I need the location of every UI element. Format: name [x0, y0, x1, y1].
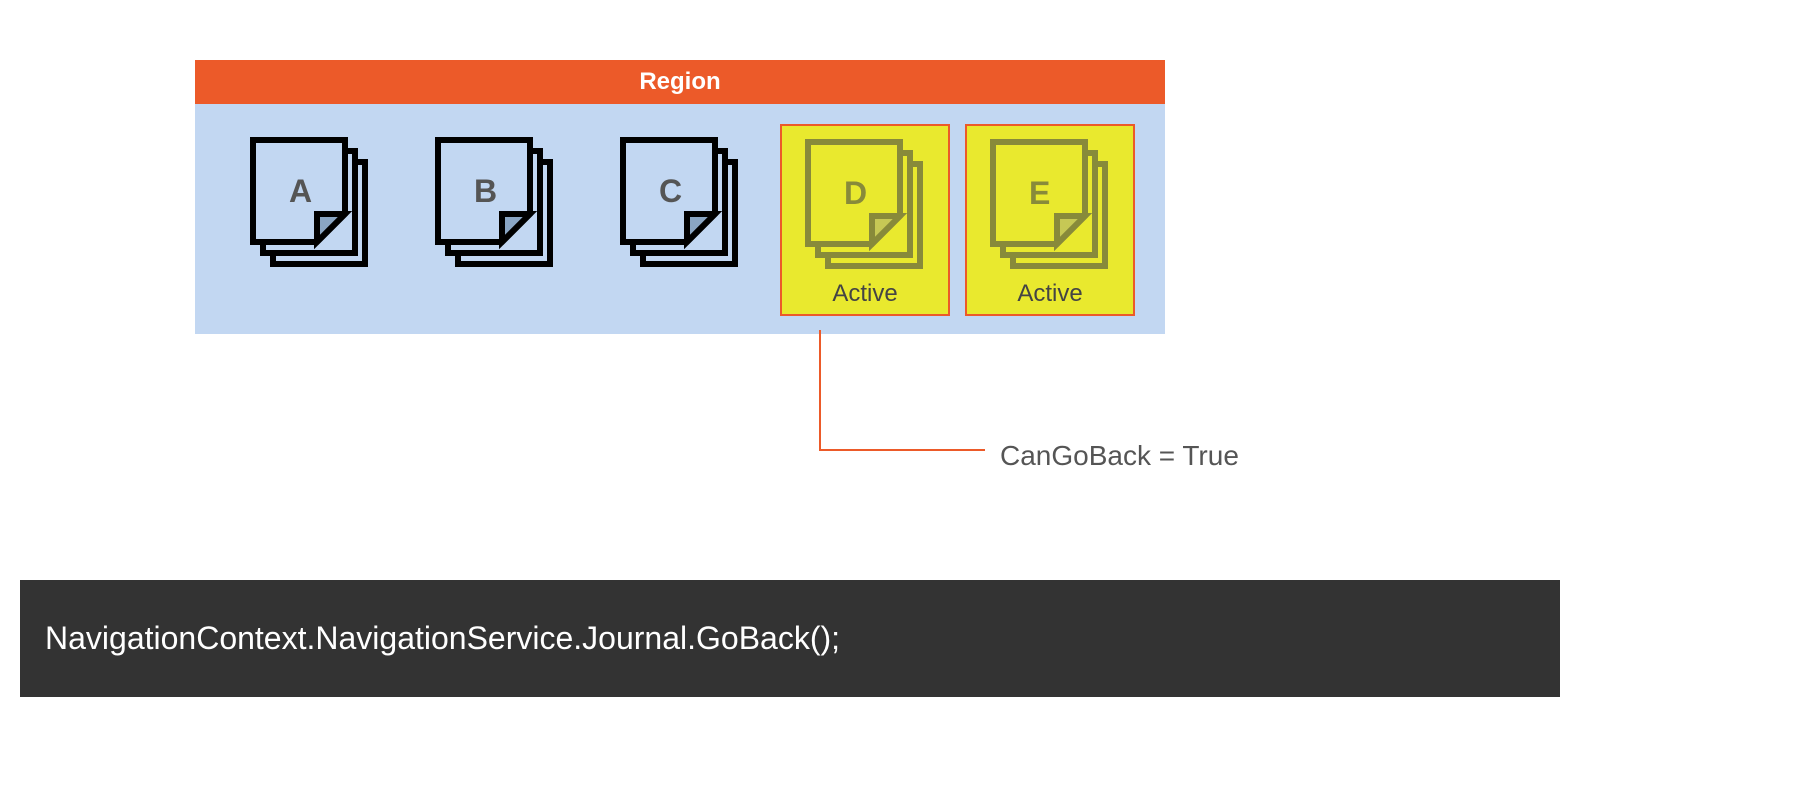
code-block: NavigationContext.NavigationService.Jour…	[20, 580, 1560, 697]
active-label: Active	[832, 280, 897, 308]
region-container: Region A B	[195, 60, 1165, 334]
doc-slot-c: C	[595, 124, 765, 316]
document-stack-icon: D	[790, 126, 940, 276]
callout-line	[810, 330, 990, 460]
document-stack-icon: B	[420, 124, 570, 274]
doc-letter: A	[289, 173, 312, 209]
doc-letter: B	[474, 173, 497, 209]
doc-slot-a: A	[225, 124, 395, 316]
doc-letter: E	[1029, 175, 1050, 211]
active-label: Active	[1017, 280, 1082, 308]
callout-label: CanGoBack = True	[1000, 440, 1239, 472]
document-stack-icon: A	[235, 124, 385, 274]
doc-slot-d: D Active	[780, 124, 950, 316]
doc-slot-b: B	[410, 124, 580, 316]
doc-slot-e: E Active	[965, 124, 1135, 316]
document-stack-icon: E	[975, 126, 1125, 276]
region-header: Region	[195, 60, 1165, 104]
doc-letter: D	[844, 175, 867, 211]
region-body: A B C	[195, 104, 1165, 334]
document-stack-icon: C	[605, 124, 755, 274]
doc-letter: C	[659, 173, 682, 209]
